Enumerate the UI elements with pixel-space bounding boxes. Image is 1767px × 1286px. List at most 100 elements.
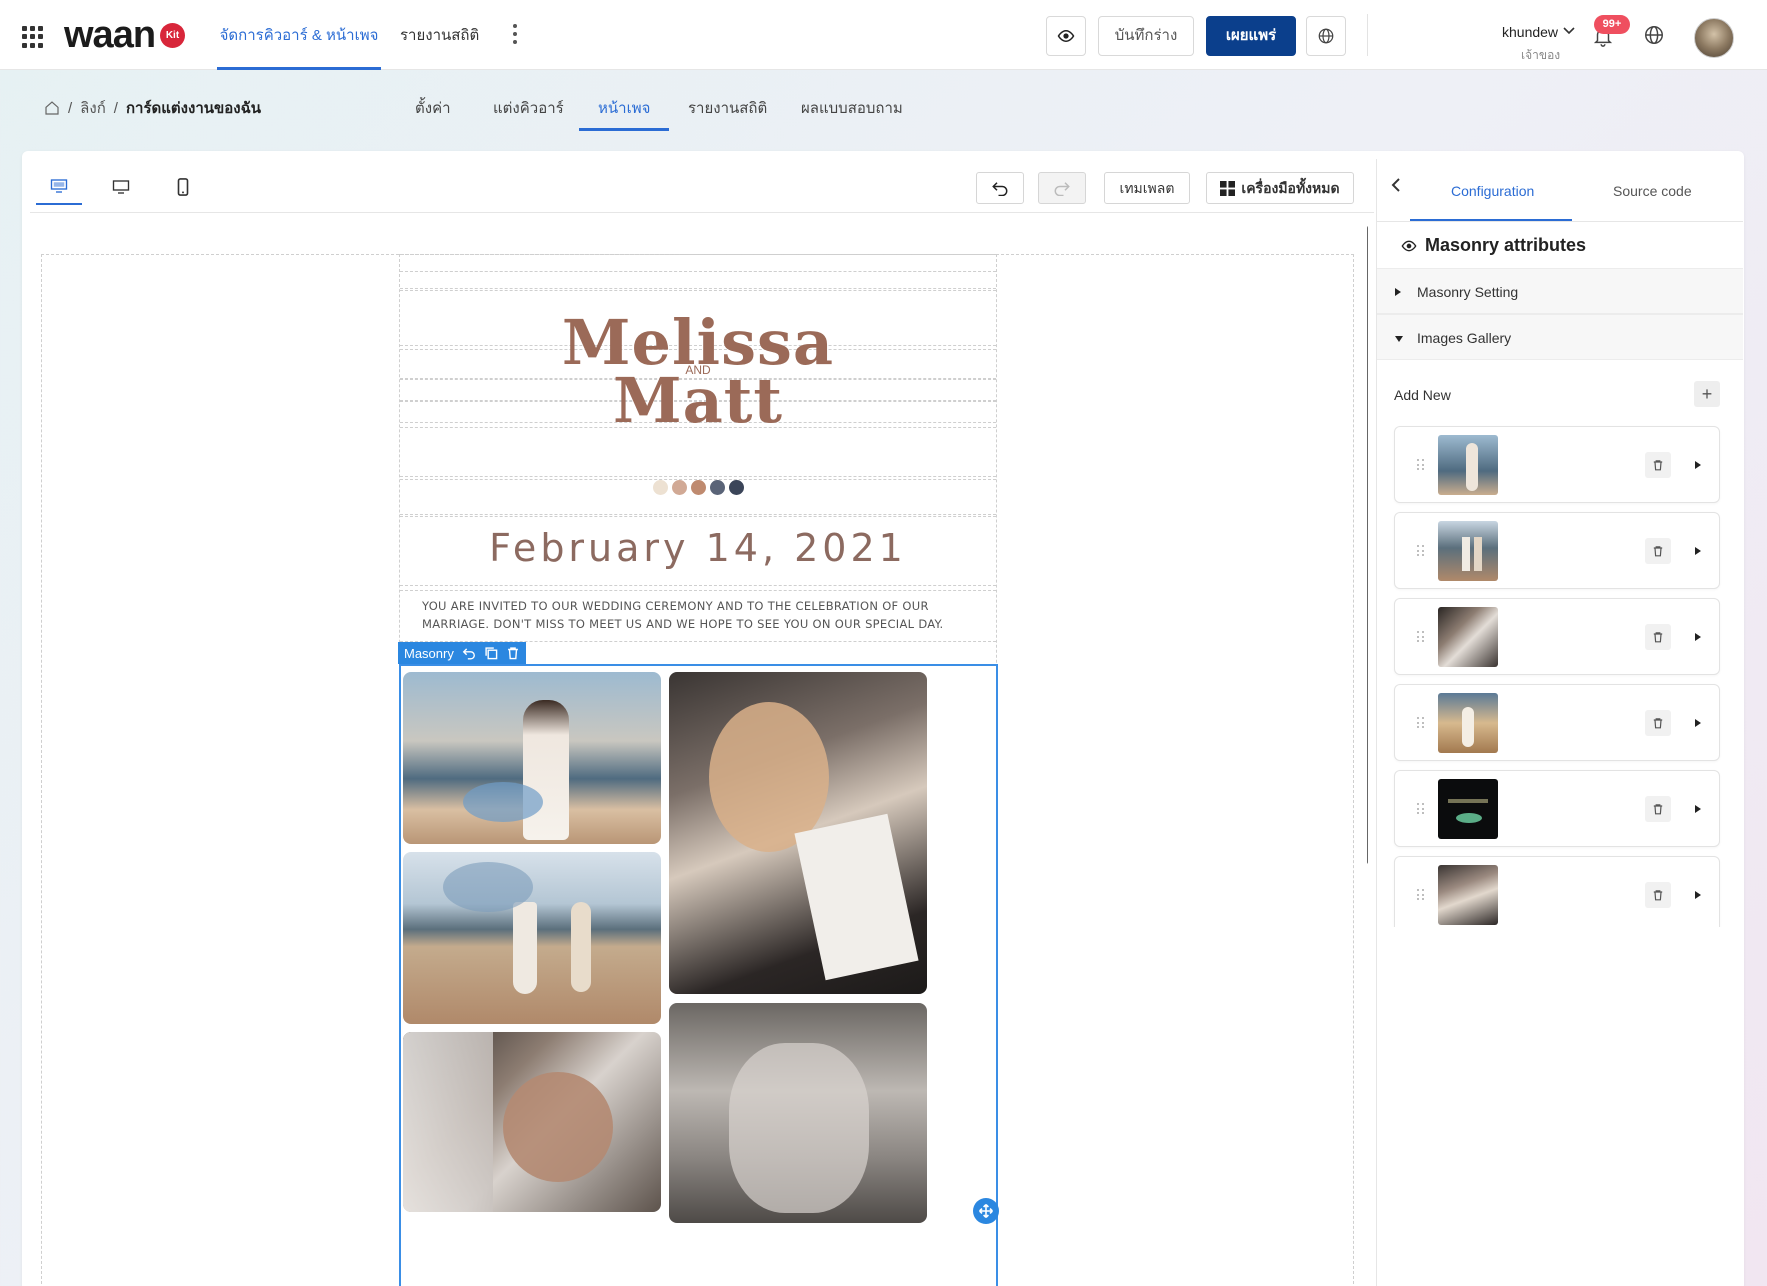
spacer-row[interactable] <box>400 271 996 289</box>
notification-badge: 99+ <box>1594 15 1630 34</box>
globe-icon[interactable] <box>1643 24 1665 46</box>
kebab-icon[interactable] <box>512 24 518 46</box>
tab-settings[interactable]: ตั้งค่า <box>415 96 451 120</box>
drag-handle-icon[interactable] <box>1417 631 1425 643</box>
breadcrumb: / ลิงก์ / การ์ดแต่งงานของฉัน <box>44 96 261 120</box>
desktop-large-view-button[interactable] <box>36 169 82 205</box>
trash-icon[interactable] <box>1645 538 1671 564</box>
topnav-manage-qr[interactable]: จัดการคิวอาร์ & หน้าเพจ <box>217 0 381 70</box>
publish-button[interactable]: เผยแพร่ <box>1206 16 1296 56</box>
gallery-photo-beach-walk[interactable] <box>403 852 661 1024</box>
trash-icon[interactable] <box>506 646 520 660</box>
grid-icon <box>1220 180 1236 196</box>
trash-icon[interactable] <box>1645 452 1671 478</box>
groom-name[interactable]: Matt <box>400 364 996 437</box>
trash-icon[interactable] <box>1645 624 1671 650</box>
invite-text[interactable]: You are invited to our wedding ceremony … <box>422 597 982 633</box>
editor-toolbar: เทมเพลต เครื่องมือทั้งหมด <box>30 159 1374 213</box>
language-button[interactable] <box>1306 16 1346 56</box>
all-tools-button[interactable]: เครื่องมือทั้งหมด <box>1206 172 1354 204</box>
desktop-large-icon <box>50 179 68 193</box>
gallery-photo-veil-closeup[interactable] <box>669 1003 927 1223</box>
spacer-row[interactable] <box>400 254 996 272</box>
editor-panel: เทมเพลต เครื่องมือทั้งหมด Melissa AND Ma… <box>22 151 1744 1286</box>
trash-icon[interactable] <box>1645 796 1671 822</box>
gallery-list <box>1377 159 1743 927</box>
drag-handle-icon[interactable] <box>1417 889 1425 901</box>
user-role: เจ้าของ <box>1521 48 1561 62</box>
page-canvas: Melissa AND Matt February 14, 2021 You a… <box>30 214 1368 1286</box>
gallery-thumbnail <box>1438 607 1498 667</box>
gallery-thumbnail <box>1438 435 1498 495</box>
redo-button[interactable] <box>1038 172 1086 204</box>
palette-swatch <box>690 480 706 495</box>
trash-icon[interactable] <box>1645 882 1671 908</box>
gallery-item[interactable] <box>1394 426 1720 503</box>
avatar[interactable] <box>1694 18 1734 58</box>
caret-right-icon[interactable] <box>1695 805 1701 813</box>
desktop-icon <box>112 180 130 194</box>
chevron-down-icon[interactable] <box>1563 25 1575 39</box>
trash-icon[interactable] <box>1645 710 1671 736</box>
breadcrumb-links[interactable]: ลิงก์ <box>80 96 106 120</box>
logo-badge: Kit <box>160 23 185 48</box>
gallery-item[interactable] <box>1394 770 1720 847</box>
tab-qr-design[interactable]: แต่งคิวอาร์ <box>493 96 564 120</box>
apps-grid-icon[interactable] <box>22 26 44 48</box>
globe-icon <box>1318 28 1334 44</box>
gallery-photo-veil-embrace[interactable] <box>403 1032 661 1212</box>
canvas-scrollbar[interactable] <box>1367 226 1368 864</box>
drag-handle-icon[interactable] <box>1417 545 1425 557</box>
tab-page[interactable]: หน้าเพจ <box>598 96 650 120</box>
eye-icon <box>1057 29 1075 43</box>
gallery-thumbnail <box>1438 779 1498 839</box>
gallery-thumbnail <box>1438 865 1498 925</box>
mobile-view-button[interactable] <box>160 169 206 205</box>
top-bar: waan Kit จัดการคิวอาร์ & หน้าเพจ รายงานส… <box>0 0 1767 70</box>
desktop-view-button[interactable] <box>98 169 144 205</box>
gallery-item[interactable] <box>1394 598 1720 675</box>
drag-handle-icon[interactable] <box>1417 717 1425 729</box>
template-button[interactable]: เทมเพลต <box>1104 172 1190 204</box>
attributes-panel: Configuration Source code Masonry attrib… <box>1376 159 1743 1286</box>
gallery-photo-bride-letter[interactable] <box>669 672 927 994</box>
drag-handle-icon[interactable] <box>1417 803 1425 815</box>
masonry-gallery[interactable] <box>399 664 998 1286</box>
gallery-item[interactable] <box>1394 856 1720 927</box>
breadcrumb-current: การ์ดแต่งงานของฉัน <box>125 100 262 117</box>
palette-swatch <box>709 480 725 495</box>
home-icon[interactable] <box>44 100 60 116</box>
caret-right-icon[interactable] <box>1695 633 1701 641</box>
card-page: Melissa AND Matt February 14, 2021 You a… <box>398 254 998 1286</box>
tab-stats[interactable]: รายงานสถิติ <box>688 96 767 120</box>
breadcrumb-separator: / <box>113 99 118 117</box>
undo-icon <box>992 182 1008 197</box>
active-tab-indicator <box>579 128 669 131</box>
gallery-thumbnail <box>1438 521 1498 581</box>
caret-right-icon[interactable] <box>1695 461 1701 469</box>
masonry-block-label[interactable]: Masonry <box>398 642 526 664</box>
caret-right-icon[interactable] <box>1695 891 1701 899</box>
color-palette[interactable] <box>400 480 996 495</box>
user-name[interactable]: khundew <box>1502 24 1558 40</box>
topnav-reports[interactable]: รายงานสถิติ <box>400 0 479 70</box>
all-tools-label: เครื่องมือทั้งหมด <box>1241 180 1340 196</box>
tab-survey-results[interactable]: ผลแบบสอบถาม <box>801 96 903 120</box>
gallery-photo-beach-kiss[interactable] <box>403 672 661 844</box>
drag-handle-icon[interactable] <box>1417 459 1425 471</box>
undo-button[interactable] <box>976 172 1024 204</box>
wedding-date[interactable]: February 14, 2021 <box>400 526 996 570</box>
breadcrumb-separator: / <box>68 99 73 117</box>
undo-icon[interactable] <box>462 646 476 660</box>
gallery-thumbnail <box>1438 693 1498 753</box>
gallery-item[interactable] <box>1394 684 1720 761</box>
gallery-item[interactable] <box>1394 512 1720 589</box>
save-draft-button[interactable]: บันทึกร่าง <box>1098 16 1194 56</box>
caret-right-icon[interactable] <box>1695 719 1701 727</box>
move-handle-icon[interactable] <box>973 1198 999 1224</box>
preview-button[interactable] <box>1046 16 1086 56</box>
logo[interactable]: waan <box>64 14 156 57</box>
copy-icon[interactable] <box>484 646 498 660</box>
caret-right-icon[interactable] <box>1695 547 1701 555</box>
redo-icon <box>1054 182 1070 197</box>
